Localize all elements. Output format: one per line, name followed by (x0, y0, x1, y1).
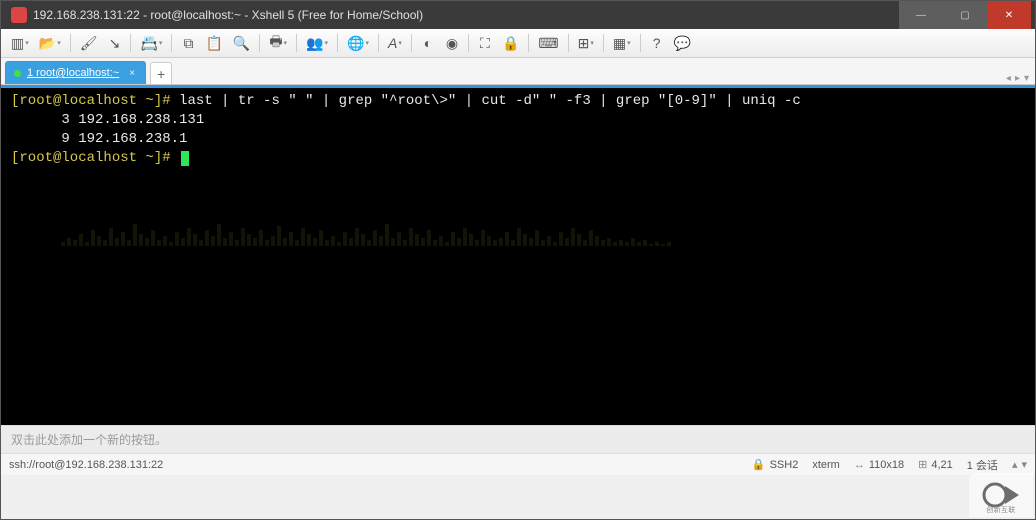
tab-label: 1 root@localhost:~ (27, 67, 119, 79)
open-button[interactable]: 📂▾ (35, 32, 65, 54)
separator (296, 34, 297, 52)
separator (411, 34, 412, 52)
separator (568, 34, 569, 52)
lock-icon: 🔒 (752, 458, 766, 471)
status-cursor-pos: ⊞4,21 (918, 458, 953, 471)
lock-button[interactable]: 🔒 (498, 32, 523, 54)
equalizer-decoration (1, 216, 1035, 246)
separator (337, 34, 338, 52)
chevron-up-icon[interactable]: ▴ (1012, 458, 1018, 471)
transfer-button[interactable]: 👥▾ (302, 32, 332, 54)
reconnect-button[interactable]: 🖌 (76, 32, 102, 54)
paste-button[interactable]: 📋 (201, 32, 226, 54)
output-line: 3 192.168.238.131 (11, 112, 204, 128)
status-term-type: xterm (812, 459, 840, 471)
font-button[interactable]: A▾ (384, 32, 406, 54)
print-button[interactable]: 🖶▾ (265, 32, 291, 54)
cursor (181, 151, 189, 166)
feedback-button[interactable]: 💬 (670, 32, 695, 54)
maximize-button[interactable]: ▢ (943, 1, 987, 29)
separator (130, 34, 131, 52)
quick-button-bar[interactable]: 双击此处添加一个新的按钮。 (1, 425, 1035, 453)
color-scheme-button[interactable]: ◐ (417, 32, 439, 54)
highlight-button[interactable]: ◉ (441, 32, 463, 54)
keyboard-button[interactable]: ⌨ (534, 32, 562, 54)
status-nav: ▴ ▾ (1012, 458, 1027, 471)
tile-button[interactable]: ▦▾ (609, 32, 635, 54)
resize-icon: ↔ (854, 459, 865, 471)
tab-prev-button[interactable]: ◂ (1006, 73, 1011, 84)
chevron-down-icon[interactable]: ▾ (1021, 458, 1027, 471)
new-tab-button[interactable]: + (150, 62, 172, 84)
help-button[interactable]: ? (646, 32, 668, 54)
plus-icon: + (157, 66, 165, 82)
status-sessions: 1 会话 (967, 457, 998, 473)
grid-icon: ⊞ (918, 458, 927, 471)
session-tab[interactable]: 1 root@localhost:~ × (5, 61, 146, 84)
separator (259, 34, 260, 52)
copy-button[interactable]: ⧉ (177, 32, 199, 54)
tab-close-icon[interactable]: × (129, 68, 135, 79)
prompt: [root@localhost ~]# (11, 93, 171, 109)
app-icon (11, 7, 27, 23)
properties-button[interactable]: 📇▾ (136, 32, 166, 54)
separator (528, 34, 529, 52)
close-button[interactable]: ✕ (987, 1, 1031, 29)
status-protocol: 🔒SSH2 (752, 458, 798, 471)
new-session-button[interactable]: ▥▾ (7, 32, 33, 54)
disconnect-button[interactable]: ↘ (103, 32, 125, 54)
command-text: last | tr -s " " | grep "^root\>" | cut … (179, 93, 801, 109)
web-button[interactable]: 🌐▾ (343, 32, 373, 54)
separator (640, 34, 641, 52)
layout-button[interactable]: ⊞▾ (574, 32, 598, 54)
status-bar: ssh://root@192.168.238.131:22 🔒SSH2 xter… (1, 453, 1035, 475)
tab-next-button[interactable]: ▸ (1015, 73, 1020, 84)
status-term-size: ↔110x18 (854, 459, 904, 471)
window-titlebar: 192.168.238.131:22 - root@localhost:~ - … (1, 1, 1035, 29)
watermark: 创新互联 (969, 473, 1033, 517)
minimize-button[interactable]: — (899, 1, 943, 29)
window-title: 192.168.238.131:22 - root@localhost:~ - … (33, 8, 899, 22)
fullscreen-button[interactable]: ⛶ (474, 32, 496, 54)
separator (603, 34, 604, 52)
separator (378, 34, 379, 52)
find-button[interactable]: 🔍 (229, 32, 254, 54)
watermark-label: 创新互联 (986, 505, 1015, 515)
separator (468, 34, 469, 52)
output-line: 9 192.168.238.1 (11, 131, 187, 147)
tab-list-button[interactable]: ▾ (1024, 73, 1029, 84)
tab-strip: 1 root@localhost:~ × + ◂ ▸ ▾ (1, 58, 1035, 85)
status-dot-icon (14, 70, 21, 77)
prompt: [root@localhost ~]# (11, 150, 171, 166)
main-toolbar: ▥▾ 📂▾ 🖌 ↘ 📇▾ ⧉ 📋 🔍 🖶▾ 👥▾ 🌐▾ A▾ ◐ ◉ ⛶ 🔒 ⌨… (1, 29, 1035, 58)
separator (171, 34, 172, 52)
status-connection: ssh://root@192.168.238.131:22 (9, 459, 163, 471)
terminal[interactable]: [root@localhost ~]# last | tr -s " " | g… (1, 88, 1035, 425)
separator (70, 34, 71, 52)
tab-nav: ◂ ▸ ▾ (1006, 73, 1035, 84)
quickbar-hint: 双击此处添加一个新的按钮。 (11, 431, 167, 448)
